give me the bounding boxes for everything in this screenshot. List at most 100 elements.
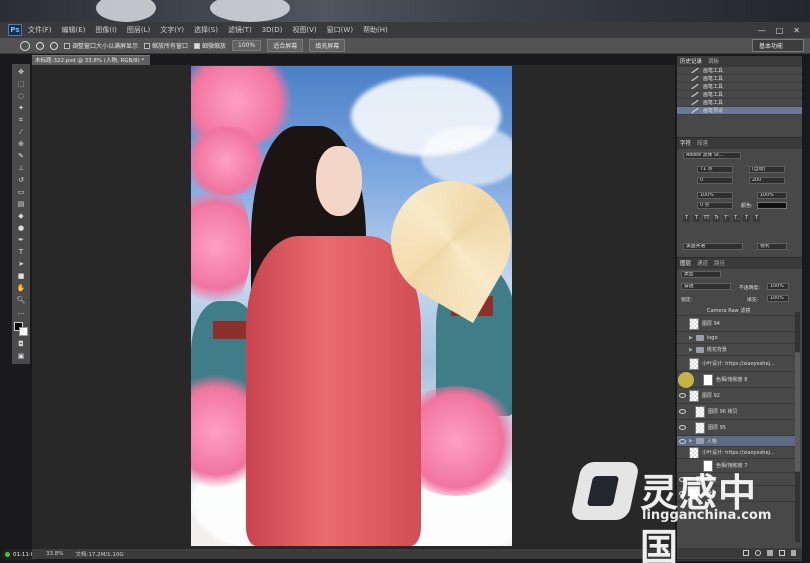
layer-row[interactable]: 图层 94 (677, 316, 795, 332)
minimize-button[interactable]: — (758, 26, 766, 35)
history-brush-tool-icon[interactable]: ↺ (16, 176, 26, 184)
history-item[interactable]: 画笔工具 (677, 99, 802, 107)
layer-row[interactable]: 色相/饱和度 8 (677, 372, 795, 388)
tab-channels[interactable]: 通道 (697, 260, 708, 269)
eye-icon[interactable] (679, 450, 686, 455)
document-tab[interactable]: 未标题-322.psd @ 33.8% (人物, RGB/8) * (32, 55, 150, 65)
history-item[interactable]: 画笔工具 (677, 75, 802, 83)
menu-filter[interactable]: 滤镜(T) (228, 25, 252, 35)
font-size-field[interactable]: 71 点 (697, 166, 733, 173)
marquee-tool-icon[interactable]: ⬚ (16, 80, 26, 88)
menu-layer[interactable]: 图层(L) (127, 25, 150, 35)
blur-tool-icon[interactable]: ◆ (16, 212, 26, 220)
scrubby-zoom-checkbox[interactable]: 细微缩放 (194, 41, 226, 50)
eye-icon[interactable] (679, 347, 686, 352)
hand-tool-icon[interactable]: ✋ (16, 284, 26, 292)
screen-mode-icon[interactable]: ▣ (16, 352, 26, 360)
zoom-all-windows-checkbox[interactable]: 缩放所有窗口 (144, 41, 188, 50)
opacity-field[interactable]: 100% (767, 283, 789, 290)
crop-tool-icon[interactable]: ⌗ (16, 116, 26, 124)
layer-row[interactable]: Camera Raw 滤镜 (677, 306, 795, 316)
faux-bold-button[interactable]: T (683, 215, 690, 222)
workspace-select[interactable]: 基本功能 (752, 39, 804, 52)
tab-layers[interactable]: 图层 (680, 260, 691, 269)
tab-paths[interactable]: 路径 (714, 260, 725, 269)
horizontal-scale-field[interactable]: 100% (757, 192, 787, 199)
layer-group-row[interactable]: ▶ 桃花背景 (677, 344, 795, 356)
zoom-100-button[interactable]: 100% (232, 40, 262, 51)
layer-row[interactable]: 小叶设计: https://xiaoyeshej... (677, 356, 795, 372)
text-color-swatch[interactable] (757, 202, 787, 209)
caret-right-icon[interactable]: ▶ (689, 438, 693, 444)
fill-screen-button[interactable]: 填充屏幕 (309, 39, 346, 52)
history-item[interactable]: 画笔工具 (677, 67, 802, 75)
more-tools-icon[interactable]: … (16, 308, 26, 316)
history-item[interactable]: 画笔工具 (677, 83, 802, 91)
color-swatches[interactable] (14, 322, 28, 336)
tab-brush-presets[interactable]: 调板 (708, 58, 719, 67)
history-item-selected[interactable]: 画笔预设 (677, 107, 802, 115)
close-button[interactable]: ✕ (793, 26, 800, 35)
menu-help[interactable]: 帮助(H) (363, 25, 388, 35)
fit-screen-button[interactable]: 适合屏幕 (267, 39, 304, 52)
type-tool-icon[interactable]: T (16, 248, 26, 256)
layer-row[interactable]: 图层 95 (677, 420, 795, 436)
pen-tool-icon[interactable]: ✒ (16, 236, 26, 244)
language-select[interactable]: 美国英语 (683, 243, 743, 250)
menu-select[interactable]: 选择(S) (194, 25, 218, 35)
kerning-field[interactable]: 0 (697, 177, 733, 184)
strikethrough-button[interactable]: T (753, 215, 760, 222)
vertical-scale-field[interactable]: 100% (697, 192, 733, 199)
layer-row[interactable]: 小叶设计: https://xiaoyeshej... (677, 447, 795, 459)
blend-mode-select[interactable]: 穿透 (681, 283, 731, 290)
gradient-tool-icon[interactable]: ▤ (16, 200, 26, 208)
lasso-tool-icon[interactable]: ◌ (16, 92, 26, 100)
eye-icon[interactable] (679, 409, 686, 414)
resize-windows-checkbox[interactable]: 调整窗口大小以满屏显示 (64, 41, 138, 50)
zoom-tool-icon[interactable] (20, 40, 30, 51)
menu-image[interactable]: 图像(I) (95, 25, 117, 35)
tab-history[interactable]: 历史记录 (680, 58, 702, 67)
zoom-readout[interactable]: 33.8% (46, 551, 63, 557)
eye-icon[interactable] (679, 308, 686, 313)
maximize-button[interactable]: □ (776, 26, 784, 35)
faux-italic-button[interactable]: T (693, 215, 700, 222)
caret-right-icon[interactable]: ▶ (689, 347, 693, 353)
eye-icon[interactable] (679, 361, 686, 366)
eyedropper-tool-icon[interactable]: ⁄ (16, 128, 26, 136)
menu-view[interactable]: 视图(V) (292, 25, 316, 35)
brush-tool-icon[interactable]: ✎ (16, 152, 26, 160)
eye-icon[interactable] (679, 425, 686, 430)
superscript-button[interactable]: T' (723, 215, 730, 222)
tab-paragraph[interactable]: 段落 (697, 140, 708, 149)
eye-icon[interactable] (679, 438, 686, 444)
layer-row[interactable]: 图层 92 (677, 388, 795, 404)
layer-row[interactable]: 图层 96 拷贝 (677, 404, 795, 420)
move-tool-icon[interactable]: ✥ (16, 68, 26, 76)
quick-mask-icon[interactable]: ◘ (16, 340, 26, 348)
menu-3d[interactable]: 3D(D) (262, 26, 283, 34)
layer-group-row-selected[interactable]: ▶ 人物 (677, 436, 795, 447)
antialias-select[interactable]: 锐利 (757, 243, 787, 250)
subscript-button[interactable]: T, (733, 215, 740, 222)
shape-tool-icon[interactable]: ■ (16, 272, 26, 280)
layers-scrollbar[interactable] (795, 312, 800, 542)
trash-icon[interactable] (791, 550, 796, 556)
leading-field[interactable]: (自动) (749, 166, 785, 173)
artwork-canvas[interactable] (191, 66, 512, 546)
history-item[interactable]: 画笔工具 (677, 91, 802, 99)
layer-group-row[interactable]: ▶ logo (677, 332, 795, 344)
eye-icon[interactable] (679, 335, 686, 340)
menu-type[interactable]: 文字(Y) (160, 25, 184, 35)
layer-kind-filter[interactable]: 类型 (681, 271, 721, 278)
magic-wand-tool-icon[interactable]: ✦ (16, 104, 26, 112)
menu-edit[interactable]: 编辑(E) (62, 25, 86, 35)
background-color[interactable] (19, 327, 28, 336)
all-caps-button[interactable]: TT (703, 215, 710, 222)
zoom-in-icon[interactable] (36, 41, 44, 50)
zoom-out-icon[interactable] (50, 41, 58, 50)
zoom-tool-icon[interactable]: 🔍︎ (16, 296, 26, 304)
underline-button[interactable]: T (743, 215, 750, 222)
menu-file[interactable]: 文件(F) (28, 25, 52, 35)
eraser-tool-icon[interactable]: ▭ (16, 188, 26, 196)
